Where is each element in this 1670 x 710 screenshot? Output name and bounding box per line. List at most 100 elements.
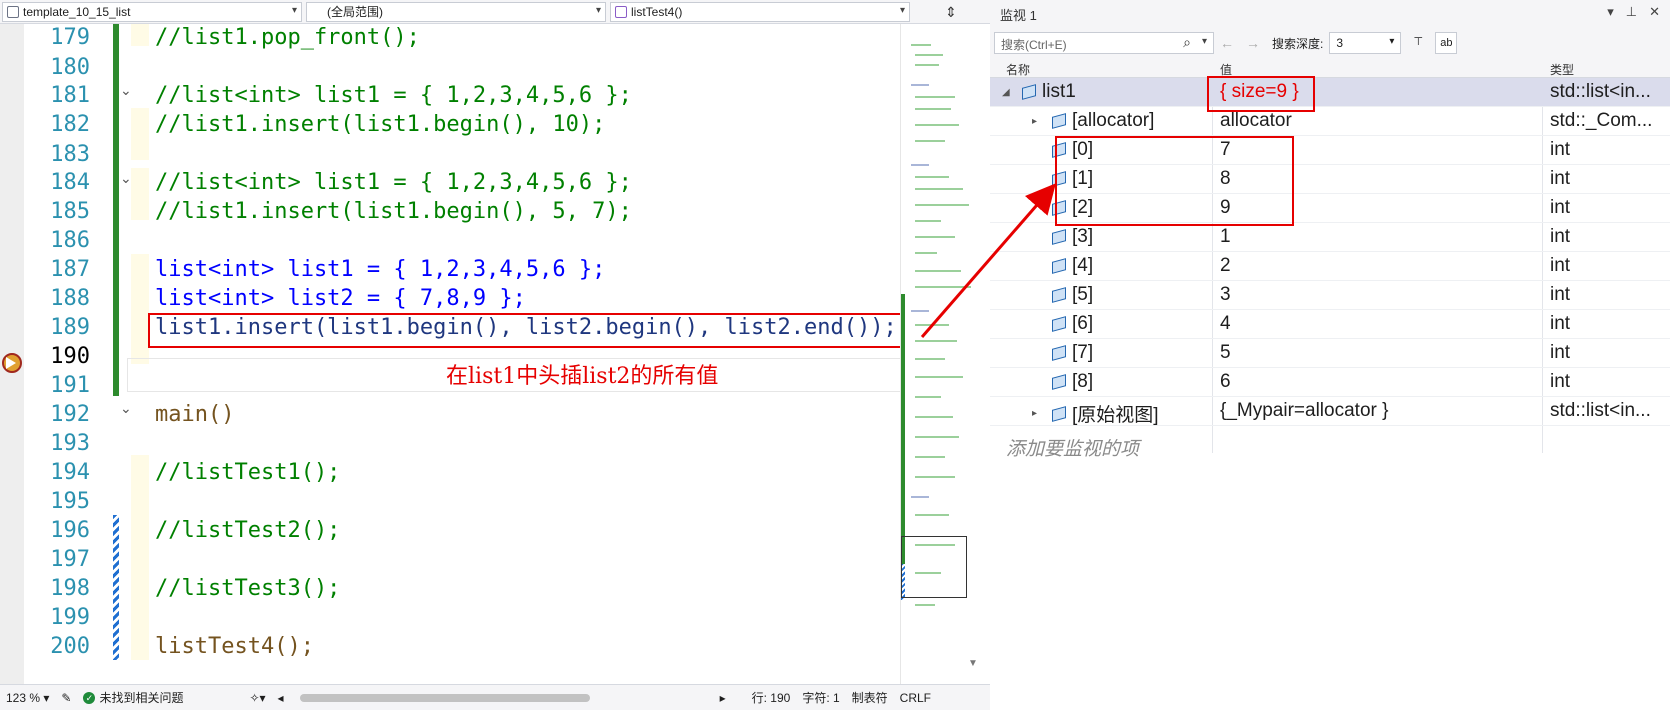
line-number: 200: [50, 634, 90, 659]
chevron-down-icon[interactable]: ▾: [1607, 4, 1614, 20]
minimap-line: [915, 476, 955, 478]
watch-row-list1[interactable]: ◢ list1 { size=9 } std::list<in...: [990, 78, 1670, 107]
tab-indicator[interactable]: 制表符: [852, 689, 888, 706]
minimap-line: [915, 436, 959, 438]
column-name[interactable]: 名称: [1006, 61, 1030, 78]
watch-row[interactable]: [3] 1 int: [990, 223, 1670, 252]
code-line: //list1.insert(list1.begin(), 5, 7);: [155, 199, 632, 224]
watch-row[interactable]: [7] 5 int: [990, 339, 1670, 368]
zoom-level[interactable]: 123 % ▾: [6, 691, 49, 705]
code-cleanup-icon[interactable]: ✧▾: [249, 691, 265, 705]
minimap-line: [915, 340, 957, 342]
editor-navigation-bar: template_10_15_list ▾ (全局范围) ▾ listTest4…: [0, 0, 990, 24]
pin-icon[interactable]: ⊥: [1626, 4, 1637, 20]
watch-row-raw-view[interactable]: ▸ [原始视图] {_Mypair=allocator } std::list<i…: [990, 397, 1670, 426]
variable-icon: [1052, 229, 1066, 245]
minimap-line: [915, 604, 935, 606]
back-arrow-icon[interactable]: ←: [1220, 35, 1234, 51]
line-number: 184: [50, 170, 90, 195]
minimap-line: [915, 286, 971, 288]
code-line: list<int> list2 = { 7,8,9 };: [155, 286, 526, 311]
variable-icon: [1022, 84, 1036, 100]
change-indicator-unsaved: [113, 515, 119, 660]
variable-icon: [1052, 374, 1066, 390]
issues-indicator[interactable]: ✓ 未找到相关问题: [83, 689, 183, 706]
watch-row[interactable]: ▸ [allocator] allocator std::_Com...: [990, 107, 1670, 136]
line-number-current: 190: [50, 344, 90, 369]
ide-window: template_10_15_list ▾ (全局范围) ▾ listTest4…: [0, 0, 1670, 710]
search-depth-label: 搜索深度:: [1272, 36, 1324, 51]
minimap-line: [915, 358, 945, 360]
column-type[interactable]: 类型: [1550, 61, 1574, 78]
minimap-line: [911, 84, 929, 86]
minimap-line: [915, 236, 955, 238]
scroll-left-icon[interactable]: ◂: [278, 691, 284, 705]
code-line: listTest4();: [155, 634, 314, 659]
line-number: 195: [50, 489, 90, 514]
line-number: 192: [50, 402, 90, 427]
minimap-line: [915, 220, 941, 222]
minimap-line: [915, 176, 949, 178]
char-indicator[interactable]: 字符: 1: [802, 689, 839, 706]
highlight-box-size: [1207, 76, 1315, 112]
code-line: //listTest3();: [155, 576, 341, 601]
search-icon[interactable]: ⌕: [1183, 34, 1191, 51]
line-number: 196: [50, 518, 90, 543]
search-depth-dropdown[interactable]: 3 ▾: [1329, 32, 1402, 54]
line-number: 182: [50, 112, 90, 137]
chevron-down-icon: ▾: [595, 4, 601, 16]
annotation-text: 在list1中头插list2的所有值: [446, 364, 719, 389]
brush-icon[interactable]: ✎: [61, 691, 71, 705]
expand-arrow-icon[interactable]: ▸: [1032, 408, 1046, 419]
minimap-viewport[interactable]: [901, 536, 967, 598]
eol-indicator[interactable]: CRLF: [900, 691, 931, 705]
line-number: 194: [50, 460, 90, 485]
line-number: 180: [50, 55, 90, 80]
code-editor: template_10_15_list ▾ (全局范围) ▾ listTest4…: [0, 0, 990, 710]
scroll-down-icon[interactable]: ▼: [968, 658, 978, 669]
code-minimap[interactable]: [900, 24, 990, 684]
add-watch-placeholder[interactable]: 添加要监视的项: [1006, 434, 1139, 461]
watch-row[interactable]: [8] 6 int: [990, 368, 1670, 397]
scope-dropdown[interactable]: (全局范围) ▾: [306, 1, 606, 22]
variable-icon: [1052, 405, 1066, 422]
file-dropdown[interactable]: template_10_15_list ▾: [2, 1, 302, 22]
line-number: 186: [50, 228, 90, 253]
pin-icon[interactable]: ⊤: [1407, 32, 1429, 54]
minimap-line: [915, 204, 969, 206]
minimap-line: [915, 140, 945, 142]
watch-row[interactable]: [4] 2 int: [990, 252, 1670, 281]
code-area[interactable]: //list1.pop_front(); //list<int> list1 =…: [125, 24, 925, 684]
editor-status-bar: 123 % ▾ ✎ ✓ 未找到相关问题 ✧▾ ◂ ▸ 行: 190 字符: 1 …: [0, 684, 990, 710]
minimap-line: [915, 54, 943, 56]
function-dropdown[interactable]: listTest4() ▾: [610, 1, 910, 22]
hex-display-icon[interactable]: ab: [1435, 32, 1458, 54]
code-line: //list1.insert(list1.begin(), 10);: [155, 112, 606, 137]
collapse-arrow-icon[interactable]: ◢: [1002, 87, 1016, 98]
line-number: 188: [50, 286, 90, 311]
horizontal-scrollbar[interactable]: [299, 693, 590, 702]
split-window-icon[interactable]: ⇕: [942, 3, 960, 21]
minimap-change-bar: [901, 294, 905, 564]
chevron-down-icon[interactable]: ▾: [1202, 36, 1207, 47]
minimap-line: [915, 188, 963, 190]
minimap-line: [915, 124, 959, 126]
line-indicator[interactable]: 行: 190: [752, 689, 791, 706]
line-number: 185: [50, 199, 90, 224]
forward-arrow-icon[interactable]: →: [1246, 35, 1260, 51]
expand-arrow-icon[interactable]: ▸: [1032, 116, 1046, 127]
variable-icon: [1052, 258, 1066, 274]
line-number: 179: [50, 25, 90, 50]
code-line: //list<int> list1 = { 1,2,3,4,5,6 };: [155, 170, 632, 195]
code-line: //listTest2();: [155, 518, 341, 543]
line-number: 183: [50, 142, 90, 167]
watch-search-input[interactable]: 搜索(Ctrl+E) ⌕ ▾: [994, 32, 1214, 54]
line-number: 197: [50, 547, 90, 572]
scroll-right-icon[interactable]: ▸: [720, 691, 726, 705]
watch-row[interactable]: [6] 4 int: [990, 310, 1670, 339]
watch-row[interactable]: [5] 3 int: [990, 281, 1670, 310]
close-icon[interactable]: ✕: [1649, 4, 1660, 20]
function-icon: [615, 5, 627, 18]
minimap-line: [915, 456, 945, 458]
project-icon: [7, 5, 19, 18]
